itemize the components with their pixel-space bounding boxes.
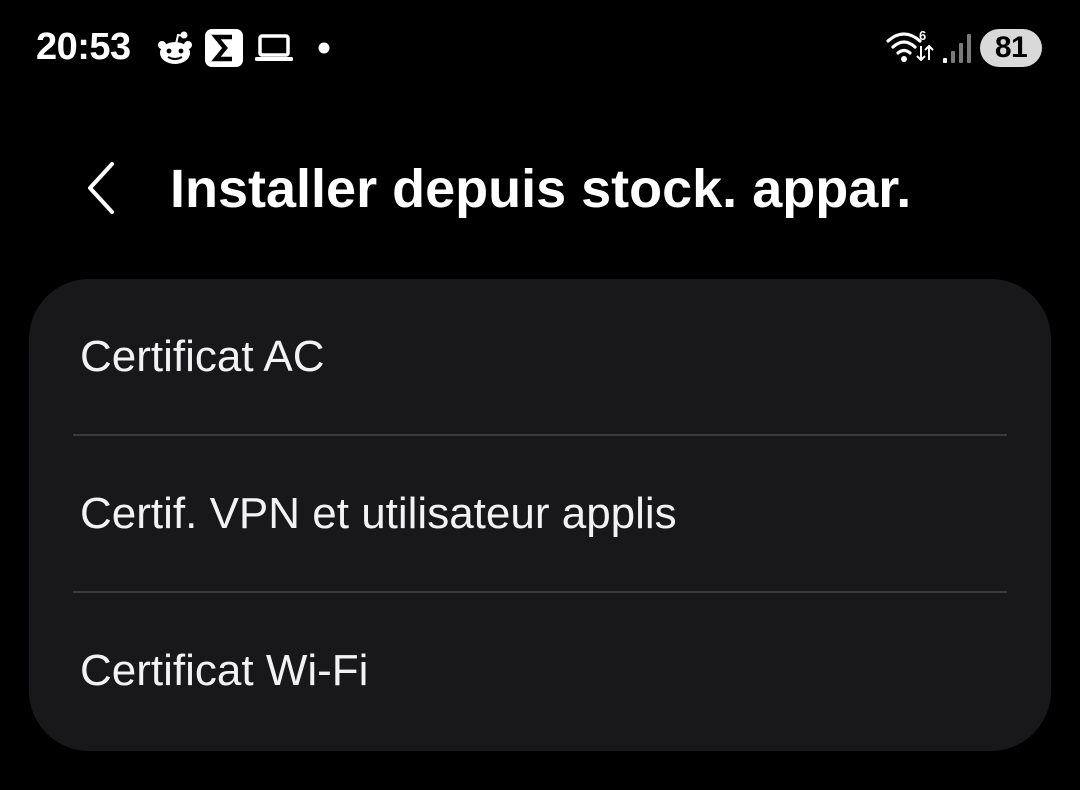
laptop-icon [254, 31, 294, 65]
list-item-wifi-certificate[interactable]: Certificat Wi-Fi [29, 593, 1051, 750]
list-item-vpn-app-user-certificate[interactable]: Certif. VPN et utilisateur applis [29, 436, 1051, 593]
dot-icon [318, 42, 330, 54]
status-time: 20:53 [36, 26, 131, 68]
wifi-badge: 6 [919, 28, 926, 43]
signal-icon [942, 30, 972, 66]
back-button[interactable] [62, 150, 142, 230]
header: Installer depuis stock. appar. [0, 140, 1080, 250]
reddit-icon [156, 30, 194, 66]
list-item-label: Certificat AC [80, 332, 325, 381]
chevron-left-icon [82, 160, 122, 221]
list-item-label: Certif. VPN et utilisateur applis [80, 489, 677, 538]
list-item-ca-certificate[interactable]: Certificat AC [29, 279, 1051, 436]
list-item-label: Certificat Wi-Fi [80, 646, 369, 695]
page-title: Installer depuis stock. appar. [170, 159, 912, 219]
status-bar: 20:53 6 81 [0, 0, 1080, 96]
wifi-icon: 6 [886, 28, 934, 68]
system-status-icons: 6 81 [886, 28, 1042, 68]
certificate-type-list: Certificat AC Certif. VPN et utilisateur… [29, 279, 1051, 751]
battery-indicator: 81 [980, 29, 1042, 67]
sigma-app-icon [204, 28, 244, 68]
notification-icons [156, 28, 330, 68]
